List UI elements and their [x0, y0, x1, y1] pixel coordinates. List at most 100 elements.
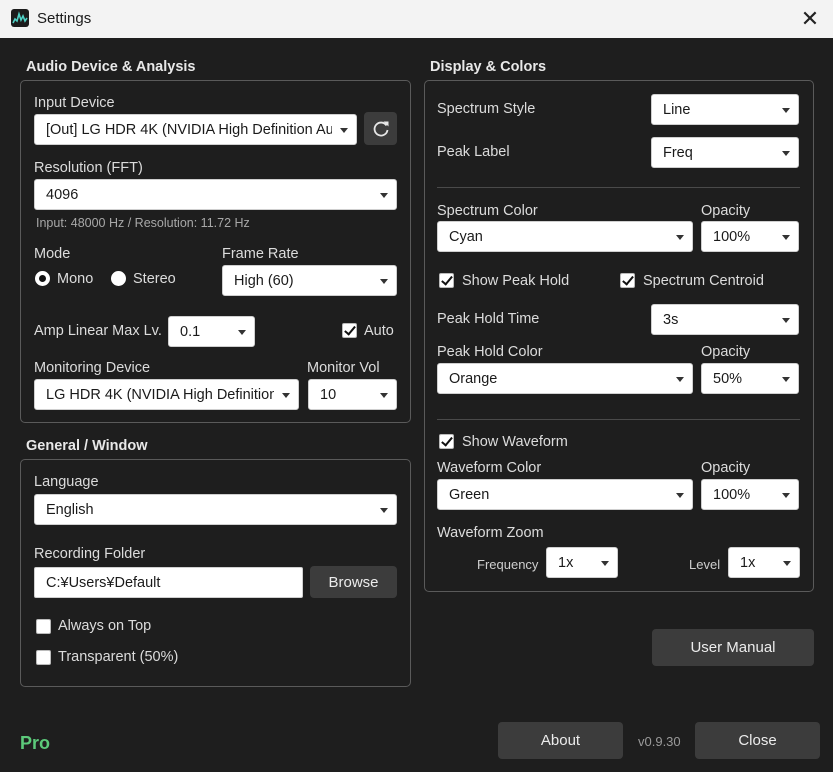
monitor-vol-label: Monitor Vol	[307, 360, 380, 376]
language-label: Language	[34, 474, 99, 490]
peak-hold-color-label: Peak Hold Color	[437, 344, 543, 360]
input-info-text: Input: 48000 Hz / Resolution: 11.72 Hz	[36, 216, 250, 230]
waveform-app-icon	[11, 9, 29, 27]
peak-hold-opacity-value: 50%	[713, 371, 743, 387]
show-peak-hold-checkbox[interactable]	[439, 273, 454, 288]
peak-hold-time-value: 3s	[663, 312, 679, 328]
waveform-zoom-label: Waveform Zoom	[437, 525, 544, 541]
spectrum-opacity-select[interactable]: 100%	[701, 221, 799, 252]
peak-hold-color-value: Orange	[449, 371, 498, 387]
peak-label-select[interactable]: Freq	[651, 137, 799, 168]
zoom-level-value: 1x	[740, 555, 756, 571]
input-device-value: [Out] LG HDR 4K (NVIDIA High Definition …	[46, 122, 332, 138]
recording-folder-value: C:¥Users¥Default	[46, 575, 161, 591]
about-button[interactable]: About	[498, 722, 623, 759]
waveform-opacity-label: Opacity	[701, 460, 751, 476]
chevron-down-icon	[380, 508, 388, 513]
chevron-down-icon	[782, 151, 790, 156]
spectrum-style-select[interactable]: Line	[651, 94, 799, 125]
peak-hold-color-select[interactable]: Orange	[437, 363, 693, 394]
frame-rate-value: High (60)	[234, 273, 294, 289]
refresh-device-button[interactable]	[364, 112, 397, 145]
settings-body: Audio Device & Analysis Input Device [Ou…	[0, 38, 833, 772]
user-manual-button[interactable]: User Manual	[652, 629, 814, 666]
peak-hold-opacity-select[interactable]: 50%	[701, 363, 799, 394]
spectrum-style-label: Spectrum Style	[437, 101, 536, 117]
zoom-frequency-label: Frequency	[477, 557, 539, 572]
chevron-down-icon	[782, 108, 790, 113]
chevron-down-icon	[380, 279, 388, 284]
peak-label-label: Peak Label	[437, 144, 510, 160]
resolution-label: Resolution (FFT)	[34, 160, 143, 176]
peak-hold-opacity-label: Opacity	[701, 344, 751, 360]
amp-max-value: 0.1	[180, 324, 201, 340]
resolution-select[interactable]: 4096	[34, 179, 397, 210]
chevron-down-icon	[676, 493, 684, 498]
pro-badge: Pro	[20, 733, 51, 753]
chevron-down-icon	[676, 235, 684, 240]
waveform-color-value: Green	[449, 487, 490, 503]
language-select[interactable]: English	[34, 494, 397, 525]
version-label: v0.9.30	[638, 734, 681, 749]
zoom-level-select[interactable]: 1x	[728, 547, 800, 578]
spectrum-opacity-label: Opacity	[701, 203, 751, 219]
waveform-color-label: Waveform Color	[437, 460, 542, 476]
chevron-down-icon	[282, 393, 290, 398]
language-value: English	[46, 502, 94, 518]
peak-label-value: Freq	[663, 145, 693, 161]
recording-folder-input[interactable]: C:¥Users¥Default	[34, 567, 303, 598]
refresh-icon	[373, 121, 388, 136]
waveform-color-select[interactable]: Green	[437, 479, 693, 510]
chevron-down-icon	[782, 318, 790, 323]
general-section-title: General / Window	[26, 438, 148, 454]
always-on-top-checkbox[interactable]	[36, 619, 51, 634]
waveform-opacity-value: 100%	[713, 487, 751, 503]
close-button[interactable]: Close	[695, 722, 820, 759]
spectrum-color-label: Spectrum Color	[437, 203, 538, 219]
peak-hold-time-label: Peak Hold Time	[437, 311, 540, 327]
show-waveform-checkbox[interactable]	[439, 434, 454, 449]
monitoring-device-select[interactable]: LG HDR 4K (NVIDIA High Definition Audio)	[34, 379, 299, 410]
monitoring-device-value: LG HDR 4K (NVIDIA High Definition Audio)	[46, 387, 274, 403]
mode-mono-radio[interactable]	[35, 271, 50, 286]
browse-button[interactable]: Browse	[310, 566, 397, 598]
amp-max-label: Amp Linear Max Lv.	[34, 323, 162, 339]
chevron-down-icon	[380, 193, 388, 198]
chevron-down-icon	[340, 128, 348, 133]
spectrum-color-value: Cyan	[449, 229, 483, 245]
zoom-level-label: Level	[689, 557, 721, 572]
audio-section-title: Audio Device & Analysis	[26, 59, 196, 75]
transparent-checkbox[interactable]	[36, 650, 51, 665]
spectrum-centroid-checkbox[interactable]	[620, 273, 635, 288]
transparent-label: Transparent (50%)	[58, 649, 179, 665]
recording-folder-label: Recording Folder	[34, 546, 146, 562]
monitor-vol-select[interactable]: 10	[308, 379, 397, 410]
show-peak-hold-label: Show Peak Hold	[462, 273, 570, 289]
auto-checkbox[interactable]	[342, 323, 357, 338]
spectrum-color-select[interactable]: Cyan	[437, 221, 693, 252]
chevron-down-icon	[380, 393, 388, 398]
zoom-frequency-select[interactable]: 1x	[546, 547, 618, 578]
frame-rate-label: Frame Rate	[222, 246, 299, 262]
auto-label: Auto	[364, 323, 394, 339]
zoom-frequency-value: 1x	[558, 555, 574, 571]
chevron-down-icon	[601, 561, 609, 566]
window-close-button[interactable]: ✕	[787, 0, 833, 38]
chevron-down-icon	[238, 330, 246, 335]
frame-rate-select[interactable]: High (60)	[222, 265, 397, 296]
close-icon: ✕	[800, 6, 820, 31]
mode-mono-label: Mono	[57, 271, 94, 287]
peak-hold-time-select[interactable]: 3s	[651, 304, 799, 335]
chevron-down-icon	[782, 235, 790, 240]
input-device-select[interactable]: [Out] LG HDR 4K (NVIDIA High Definition …	[34, 114, 357, 145]
mode-stereo-radio[interactable]	[111, 271, 126, 286]
show-waveform-label: Show Waveform	[462, 434, 568, 450]
waveform-opacity-select[interactable]: 100%	[701, 479, 799, 510]
divider	[437, 187, 800, 188]
monitoring-device-label: Monitoring Device	[34, 360, 151, 376]
always-on-top-label: Always on Top	[58, 618, 152, 634]
input-device-label: Input Device	[34, 95, 115, 111]
spectrum-centroid-label: Spectrum Centroid	[643, 273, 764, 289]
amp-max-select[interactable]: 0.1	[168, 316, 255, 347]
chevron-down-icon	[676, 377, 684, 382]
